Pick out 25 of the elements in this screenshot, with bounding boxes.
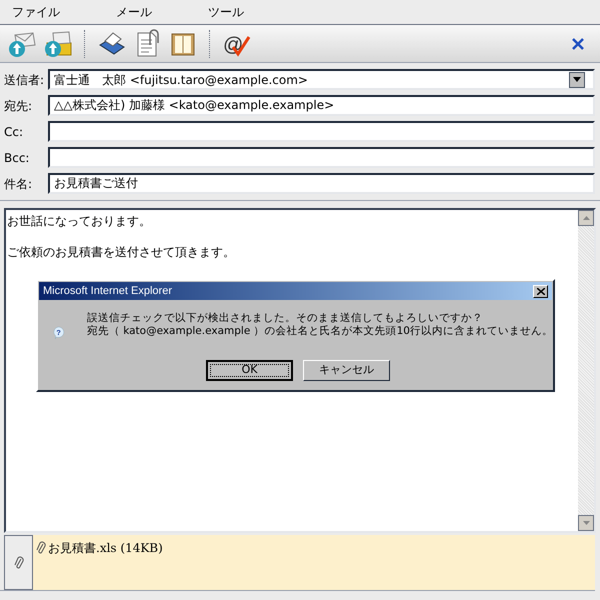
dialog-button[interactable]: OK	[206, 360, 293, 381]
attachment-tab[interactable]	[4, 535, 33, 590]
body-text: ご依頼のお見積書を送付させて頂きます。	[7, 244, 236, 261]
input-field[interactable]: △△株式会社) 加藤様 <kato@example.example>	[48, 95, 595, 116]
field-label: Cc:	[3, 124, 24, 140]
input-field[interactable]	[48, 121, 595, 142]
dialog-button[interactable]: キャンセル	[303, 360, 390, 381]
input-field[interactable]: お見積書ご送付	[48, 173, 595, 194]
paperclip-icon	[36, 541, 46, 555]
dialog-message: 誤送信チェックで以下が検出されました。そのまま送信してもよろしいですか？	[86, 312, 484, 325]
paperclip-icon	[14, 556, 24, 570]
field-label: 送信者:	[3, 72, 46, 88]
menu-item[interactable]: ツール	[196, 3, 256, 21]
menu-item[interactable]: ファイル	[0, 3, 72, 21]
sender-dropdown[interactable]: 富士通 太郎 <fujitsu.taro@example.com>	[48, 69, 595, 90]
field-label: 宛先:	[3, 98, 34, 114]
attachment-file[interactable]: お見積書.xls (14KB)	[48, 539, 163, 557]
field-label: 件名:	[3, 176, 34, 192]
body-text: お世話になっております。	[7, 213, 152, 230]
field-label: Bcc:	[3, 150, 30, 166]
dialog-message: 宛先（ kato@example.example ）の会社名と氏名が本文先頭10行以内に含まれていません。	[86, 325, 553, 338]
menu-item[interactable]: メール	[104, 3, 164, 21]
input-field[interactable]	[48, 147, 595, 168]
close-icon[interactable]	[533, 284, 548, 298]
dialog-title: Microsoft Internet Explorer	[43, 284, 172, 299]
